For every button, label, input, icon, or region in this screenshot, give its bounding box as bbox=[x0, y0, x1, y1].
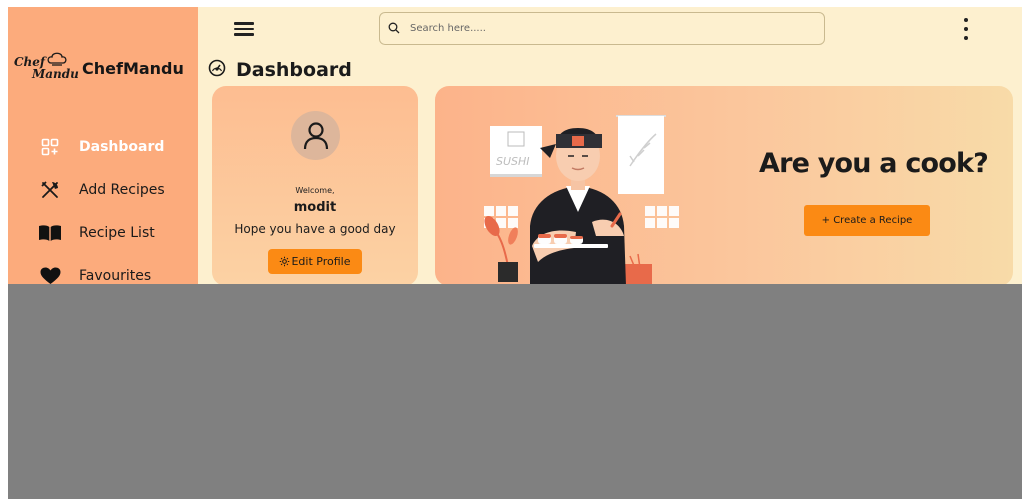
hero-card: SUSHI Are you a cook? + Create a Recipe bbox=[435, 86, 1013, 286]
create-recipe-button[interactable]: + Create a Recipe bbox=[804, 205, 930, 236]
greeting-text: Hope you have a good day bbox=[234, 222, 396, 236]
gear-icon bbox=[280, 256, 290, 267]
user-icon bbox=[303, 121, 328, 149]
dashboard-dial-icon bbox=[208, 59, 226, 81]
sidebar-item-recipe-list[interactable]: Recipe List bbox=[8, 211, 198, 254]
chef-illustration: SUSHI bbox=[484, 115, 679, 286]
sidebar-item-label: Favourites bbox=[79, 267, 152, 284]
logo-text-mandu: Mandu bbox=[32, 67, 79, 81]
edit-profile-label: Edit Profile bbox=[291, 255, 351, 268]
search-input[interactable] bbox=[410, 23, 790, 34]
sidebar-nav: Dashboard Add Recipes Recipe List Favour… bbox=[8, 125, 198, 297]
search-box[interactable] bbox=[379, 12, 825, 45]
chef-hat-logo: Chef Mandu bbox=[14, 51, 79, 85]
avatar[interactable] bbox=[291, 111, 340, 160]
sidebar: Chef Mandu ChefMandu Dashboard Add Recip… bbox=[8, 7, 198, 284]
more-options-icon[interactable] bbox=[960, 18, 972, 40]
sidebar-item-add-recipes[interactable]: Add Recipes bbox=[8, 168, 198, 211]
search-icon bbox=[388, 19, 400, 38]
brand-name: ChefMandu bbox=[82, 58, 184, 78]
book-icon bbox=[38, 221, 62, 245]
sidebar-item-label: Dashboard bbox=[79, 138, 165, 155]
sidebar-item-label: Add Recipes bbox=[79, 181, 165, 198]
username: modit bbox=[293, 200, 337, 215]
gray-overlay bbox=[8, 284, 1022, 499]
welcome-label: Welcome, bbox=[295, 186, 335, 195]
app-window: Chef Mandu ChefMandu Dashboard Add Recip… bbox=[8, 7, 1022, 499]
grid-icon bbox=[38, 135, 62, 159]
sidebar-item-dashboard[interactable]: Dashboard bbox=[8, 125, 198, 168]
utensils-icon bbox=[38, 178, 62, 202]
sidebar-item-label: Recipe List bbox=[79, 224, 155, 241]
hero-title: Are you a cook? bbox=[759, 148, 989, 179]
profile-card: Welcome, modit Hope you have a good day … bbox=[212, 86, 418, 286]
sushi-sign-text: SUSHI bbox=[496, 155, 530, 168]
edit-profile-button[interactable]: Edit Profile bbox=[268, 249, 362, 274]
hamburger-menu-icon[interactable] bbox=[232, 19, 256, 39]
brand[interactable]: Chef Mandu ChefMandu bbox=[14, 51, 184, 85]
page-title-text: Dashboard bbox=[236, 59, 352, 81]
chef-hat-icon bbox=[47, 52, 67, 66]
page-title: Dashboard bbox=[208, 59, 352, 81]
